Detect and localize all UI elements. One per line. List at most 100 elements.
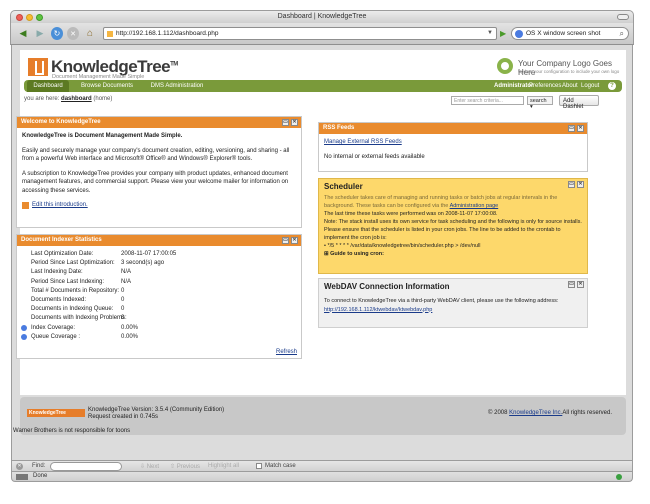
stat-label: Queue Coverage :: [31, 333, 81, 340]
find-next-button[interactable]: ⇩ Next: [140, 463, 159, 470]
stat-value: 0: [121, 287, 125, 294]
minimize-icon[interactable]: ▭: [568, 181, 575, 188]
preferences-link[interactable]: Preferences: [529, 83, 561, 89]
add-dashlet-button[interactable]: Add Dashlet: [559, 95, 599, 110]
tab-browse-documents[interactable]: Browse Documents: [77, 80, 137, 92]
minimize-icon[interactable]: ▭: [568, 281, 575, 288]
minimize-icon[interactable]: ▭: [282, 119, 289, 126]
close-find-bar-icon[interactable]: ✕: [16, 463, 23, 470]
go-button[interactable]: ▶: [500, 29, 506, 38]
stat-row: Period Since Last Optimization: 3 second(…: [31, 259, 296, 268]
tab-dashboard[interactable]: Dashboard: [27, 80, 69, 92]
tab-dms-administration[interactable]: DMS Administration: [142, 80, 212, 92]
company-logo-subtitle: Update your configuration to include you…: [518, 69, 620, 74]
match-case-checkbox[interactable]: [256, 463, 262, 469]
administration-page-link[interactable]: Administration page: [450, 203, 499, 209]
window-titlebar: Dashboard | KnowledgeTree: [10, 10, 634, 23]
cron-guide-toggle[interactable]: ⊞ Guide to using cron:: [324, 250, 582, 258]
edit-introduction-link[interactable]: Edit this introduction.: [32, 202, 88, 208]
stat-value: 0: [121, 306, 125, 313]
welcome-subscription: A subscription to KnowledgeTree provides…: [22, 170, 289, 194]
stop-button[interactable]: ✕: [67, 27, 79, 40]
minimize-icon[interactable]: ▭: [568, 125, 575, 132]
stat-label: Total # Documents in Repository:: [31, 287, 120, 294]
logout-link[interactable]: Logout: [581, 83, 599, 89]
stat-row: Queue Coverage : 0.00%: [21, 333, 296, 342]
stat-label: Period Since Last Indexing:: [31, 278, 105, 285]
knowledgetree-inc-link[interactable]: KnowledgeTree Inc.: [509, 410, 562, 416]
webdav-url-link[interactable]: http://192.168.1.112/ktwebdav/ktwebdav.p…: [324, 307, 432, 313]
stat-value: 0.00%: [121, 324, 139, 331]
home-button[interactable]: ⌂: [83, 27, 97, 40]
info-icon[interactable]: [21, 333, 27, 340]
indexer-dashlet-header: Document Indexer Statistics ▭ ✕: [17, 235, 301, 246]
knowledgetree-logo-icon: [28, 58, 48, 76]
highlight-all-button[interactable]: Highlight all: [208, 463, 239, 469]
stat-label: Period Since Last Optimization:: [31, 260, 115, 267]
stat-row: Period Since Last Indexing: N/A: [31, 278, 296, 287]
welcome-dashlet: Welcome to KnowledgeTree ▭ ✕ KnowledgeTr…: [16, 116, 302, 228]
edit-icon: [22, 202, 29, 209]
stat-row: Last Optimization Date: 2008-11-07 17:00:…: [31, 250, 296, 259]
toons-disclaimer: Warner Brothers is not responsible for t…: [13, 428, 131, 434]
stat-row: Total # Documents in Repository: 0: [31, 287, 296, 296]
footer-logo: KnowledgeTree: [27, 409, 85, 417]
stat-label: Index Coverage:: [31, 324, 76, 331]
help-icon[interactable]: ?: [608, 82, 616, 90]
webdav-dashlet: WebDAV Connection Information ▭ ✕ To con…: [318, 278, 588, 328]
stat-label: Documents Indexed:: [31, 296, 87, 303]
rss-feeds-dashlet: RSS Feeds ▭ ✕ Manage External RSS Feeds …: [318, 122, 588, 172]
company-logo-title: Your Company Logo Goes Here: [518, 59, 612, 77]
current-user: Administrator: [494, 83, 534, 89]
scheduler-header: Scheduler ▭ ✕: [324, 181, 584, 191]
rss-empty-message: No internal or external feeds available: [324, 153, 425, 160]
search-input[interactable]: Enter search criteria...: [451, 96, 524, 105]
close-icon[interactable]: ✕: [291, 237, 298, 244]
back-button[interactable]: ◀: [15, 27, 31, 40]
welcome-paragraph: Easily and securely manage your company'…: [22, 147, 290, 163]
footer-version: KnowledgeTree Version: 3.5.4 (Community …: [88, 407, 225, 420]
breadcrumb-dashboard[interactable]: dashboard: [61, 96, 92, 102]
welcome-dashlet-header: Welcome to KnowledgeTree ▭ ✕: [17, 117, 301, 128]
reload-button[interactable]: ↻: [51, 27, 63, 40]
stat-label: Documents with Indexing Problems:: [31, 315, 127, 322]
find-bar: ✕ Find: ⇩ Next ⇧ Previous Highlight all …: [11, 460, 633, 472]
window-title: Dashboard | KnowledgeTree: [277, 13, 367, 20]
close-icon[interactable]: ✕: [291, 119, 298, 126]
stat-label: Last Indexing Date:: [31, 269, 83, 276]
stat-value: 0: [121, 296, 125, 303]
refresh-link[interactable]: Refresh: [276, 349, 297, 355]
welcome-heading: KnowledgeTree is Document Management Mad…: [22, 133, 183, 139]
search-engine-icon[interactable]: [515, 30, 523, 38]
forward-button[interactable]: ▶: [33, 27, 47, 40]
stat-label: Last Optimization Date:: [31, 251, 94, 257]
info-icon[interactable]: [21, 324, 27, 331]
search-dropdown[interactable]: search ▾: [527, 96, 553, 110]
stat-value: N/A: [121, 278, 132, 285]
footer-copyright: © 2008 KnowledgeTree Inc.All rights rese…: [488, 410, 612, 416]
browser-search-text: OS X window screen shot: [526, 30, 601, 37]
manage-rss-feeds-link[interactable]: Manage External RSS Feeds: [324, 139, 402, 145]
stat-row: Documents Indexed: 0: [31, 296, 296, 305]
about-link[interactable]: About: [562, 83, 578, 89]
webdav-header: WebDAV Connection Information ▭ ✕: [324, 281, 584, 291]
status-text: Done: [33, 473, 48, 479]
history-dropdown-icon[interactable]: ▼: [487, 30, 493, 36]
scheduler-dashlet: Scheduler ▭ ✕ The scheduler takes care o…: [318, 178, 588, 274]
find-previous-button[interactable]: ⇧ Previous: [170, 463, 200, 470]
address-bar[interactable]: http://192.168.1.112/dashboard.php ▼: [103, 27, 497, 40]
close-icon[interactable]: ✕: [577, 281, 584, 288]
favicon-icon: [107, 31, 113, 37]
minimize-icon[interactable]: ▭: [282, 237, 289, 244]
toolbar-toggle-button[interactable]: [617, 14, 629, 20]
stat-value: 2008-11-07 17:00:05: [121, 251, 177, 257]
scheduler-intro: The scheduler takes care of managing and…: [324, 195, 558, 209]
browser-search-input[interactable]: OS X window screen shot ⌕: [511, 27, 629, 40]
search-icon[interactable]: ⌕: [620, 29, 624, 39]
close-icon[interactable]: ✕: [577, 125, 584, 132]
find-input[interactable]: [50, 462, 122, 471]
stat-value: N/A: [121, 269, 132, 276]
close-icon[interactable]: ✕: [577, 181, 584, 188]
stat-value: 3 second(s) ago: [121, 260, 165, 267]
company-logo-icon: [497, 58, 513, 74]
